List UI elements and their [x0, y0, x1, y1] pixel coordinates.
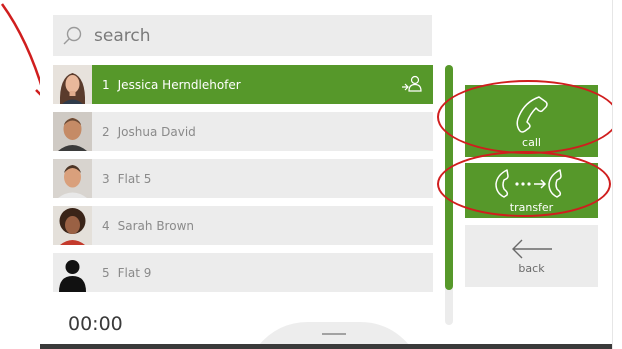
- contact-number: 1: [102, 77, 110, 92]
- search-placeholder: search: [94, 25, 151, 46]
- avatar: [53, 206, 92, 245]
- contact-row[interactable]: 3 Flat 5: [53, 159, 433, 198]
- avatar: [53, 159, 92, 198]
- pull-up-handle[interactable]: [258, 320, 410, 346]
- avatar: [53, 253, 92, 292]
- contact-name: Flat 5: [117, 171, 152, 186]
- transfer-highlight-ring: [437, 151, 611, 217]
- contact-number: 2: [102, 124, 110, 139]
- back-button[interactable]: back: [465, 225, 598, 287]
- contact-number: 3: [102, 171, 110, 186]
- back-label: back: [518, 261, 545, 275]
- avatar: [53, 112, 92, 151]
- screen-bezel-bottom: [40, 344, 612, 349]
- call-timer: 00:00: [68, 313, 123, 335]
- contact-number: 4: [102, 218, 110, 233]
- transfer-contact-icon: [402, 75, 422, 92]
- contact-row[interactable]: 5 Flat 9: [53, 253, 433, 292]
- contact-row[interactable]: 4 Sarah Brown: [53, 206, 433, 245]
- search-icon: [63, 26, 82, 44]
- contact-row[interactable]: 1 Jessica Herndlehofer: [53, 65, 433, 104]
- arrow-left-icon: [511, 239, 552, 258]
- call-highlight-ring: [437, 80, 619, 154]
- contact-name: Flat 9: [117, 265, 152, 280]
- contact-name: Sarah Brown: [117, 218, 194, 233]
- contact-name: Joshua David: [117, 124, 196, 139]
- contact-number: 5: [102, 265, 110, 280]
- search-input[interactable]: search: [53, 15, 432, 56]
- contact-list: 1 Jessica Herndlehofer 2 Joshua David 3 …: [53, 65, 433, 300]
- contact-name: Jessica Herndlehofer: [117, 77, 241, 92]
- screen-bezel-right: [612, 0, 622, 349]
- avatar: [53, 65, 92, 104]
- contact-row[interactable]: 2 Joshua David: [53, 112, 433, 151]
